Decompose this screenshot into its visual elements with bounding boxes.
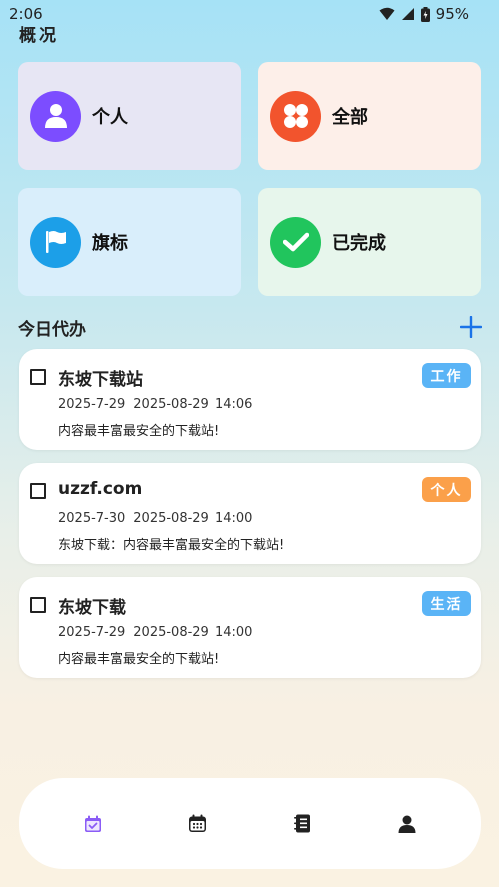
calendar-check-icon: [85, 815, 102, 832]
grid-icon: [270, 90, 321, 142]
category-label: 个人: [92, 107, 128, 128]
todo-title: 东坡下载: [58, 598, 126, 618]
todo-datetime: 2025-08-29 14:00: [133, 625, 253, 640]
category-card-personal[interactable]: 个人: [18, 62, 241, 170]
status-icons: 95%: [379, 5, 469, 23]
category-label: 旗标: [92, 233, 128, 254]
todo-datetime: 2025-08-29 14:00: [133, 511, 253, 526]
profile-icon: [398, 815, 416, 833]
todo-title: 东坡下载站: [58, 370, 143, 390]
check-icon: [270, 216, 321, 268]
todo-tag: 个人: [422, 477, 471, 502]
nav-notes[interactable]: [282, 804, 322, 844]
add-todo-button[interactable]: [458, 314, 484, 340]
nav-calendar[interactable]: [178, 804, 218, 844]
todo-date: 2025-7-29: [58, 397, 126, 412]
todo-date: 2025-7-29: [58, 625, 126, 640]
todo-item[interactable]: 东坡下载 2025-7-29 2025-08-29 14:00 内容最丰富最安全的…: [19, 577, 481, 678]
todo-item[interactable]: uzzf.com 2025-7-30 2025-08-29 14:00 东坡下载：…: [19, 463, 481, 564]
todo-dates: 2025-7-30 2025-08-29 14:00: [58, 511, 252, 526]
todo-checkbox[interactable]: [30, 597, 46, 613]
todo-checkbox[interactable]: [30, 483, 46, 499]
todo-date: 2025-7-30: [58, 511, 126, 526]
category-card-completed[interactable]: 已完成: [258, 188, 481, 296]
section-title: 今日代办: [18, 319, 86, 340]
signal-icon: [401, 7, 415, 21]
battery-icon: [420, 6, 430, 22]
battery-level: 95%: [435, 5, 469, 23]
page-title: 概况: [19, 26, 59, 46]
bottom-nav: [19, 778, 481, 869]
category-label: 全部: [332, 107, 368, 128]
flag-icon: [30, 216, 81, 268]
todo-tag: 工作: [422, 363, 471, 388]
todo-item[interactable]: 东坡下载站 2025-7-29 2025-08-29 14:06 内容最丰富最安全…: [19, 349, 481, 450]
person-icon: [30, 90, 81, 142]
category-card-flagged[interactable]: 旗标: [18, 188, 241, 296]
notebook-icon: [293, 814, 310, 833]
wifi-icon: [379, 7, 395, 21]
todo-description: 内容最丰富最安全的下载站!: [58, 652, 220, 667]
category-card-all[interactable]: 全部: [258, 62, 481, 170]
todo-tag: 生活: [422, 591, 471, 616]
todo-checkbox[interactable]: [30, 369, 46, 385]
todo-description: 内容最丰富最安全的下载站!: [58, 424, 220, 439]
todo-dates: 2025-7-29 2025-08-29 14:00: [58, 625, 252, 640]
todo-title: uzzf.com: [58, 479, 143, 499]
nav-profile[interactable]: [387, 804, 427, 844]
calendar-icon: [189, 814, 207, 832]
todo-datetime: 2025-08-29 14:06: [133, 397, 253, 412]
today-todo-header: 今日代办: [18, 314, 484, 340]
nav-today[interactable]: [73, 804, 113, 844]
todo-dates: 2025-7-29 2025-08-29 14:06: [58, 397, 252, 412]
todo-description: 东坡下载：内容最丰富最安全的下载站!: [58, 538, 285, 553]
category-label: 已完成: [332, 233, 386, 254]
status-bar: 2:06 95%: [0, 0, 499, 28]
plus-icon: [460, 316, 482, 338]
